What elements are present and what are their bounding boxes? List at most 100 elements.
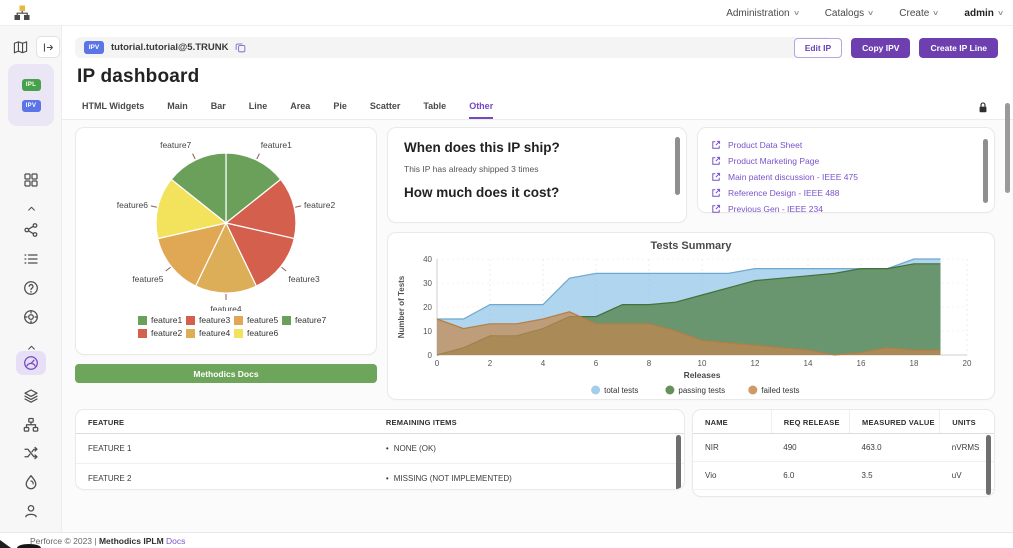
external-link-icon	[711, 140, 721, 150]
sidebar-item-flame[interactable]	[0, 470, 62, 494]
gear-icon	[16, 305, 46, 329]
external-link-item[interactable]: Product Marketing Page	[711, 153, 981, 169]
text-card-scrollbar[interactable]	[675, 137, 680, 195]
sidebar-item-gear[interactable]	[0, 305, 62, 329]
y-axis-label: Number of Tests	[397, 275, 406, 338]
table-cell: Vio	[693, 462, 771, 490]
methodics-logo-icon[interactable]	[13, 4, 31, 27]
legend-item-feature5[interactable]: feature5	[234, 315, 278, 325]
ipv-badge[interactable]: IPV	[22, 100, 41, 112]
topnav-item-catalogs[interactable]: Catalogs∨	[825, 8, 874, 19]
pie-label-feature4: feature4	[210, 304, 241, 311]
external-link-icon	[711, 172, 721, 182]
external-link-item[interactable]: Product Data Sheet	[711, 137, 981, 153]
sidebar-item-dashboard[interactable]	[0, 351, 62, 375]
copy-ipv-button[interactable]: Copy IPV	[851, 38, 910, 58]
pie-label-feature7: feature7	[160, 140, 191, 150]
column-header: REQ RELEASE	[771, 410, 849, 434]
sidebar: IPL IPV	[0, 26, 62, 532]
tests-summary-chart[interactable]: 02468101214161820010203040Number of Test…	[393, 252, 989, 398]
lock-icon[interactable]	[977, 101, 989, 119]
svg-text:0: 0	[435, 359, 440, 368]
topnav-item-admin[interactable]: admin∨	[964, 8, 1003, 19]
tab-scatter[interactable]: Scatter	[370, 101, 401, 117]
map-icon[interactable]	[8, 36, 32, 58]
chart-legend-item-passing-tests[interactable]: passing tests	[665, 386, 725, 396]
tab-bar[interactable]: Bar	[211, 101, 226, 117]
chevron-down-icon: ∨	[932, 9, 939, 17]
ip-context-panel[interactable]: IPL IPV	[8, 64, 54, 126]
table-row[interactable]: FEATURE 1•NONE (OK)	[76, 434, 684, 464]
features-pie-chart[interactable]: feature1feature2feature3feature4feature5…	[76, 128, 376, 311]
sidebar-item-grid[interactable]	[0, 168, 62, 192]
sidebar-item-help[interactable]	[0, 276, 62, 300]
measurements-table-scrollbar[interactable]	[986, 435, 991, 495]
header-actions: Edit IP Copy IPV Create IP Line	[794, 38, 998, 58]
feature-table-scrollbar[interactable]	[676, 435, 681, 490]
ship-question-heading: When does this IP ship?	[404, 140, 670, 155]
external-link-item[interactable]: Previous Gen - IEEE 234	[711, 201, 981, 217]
sidebar-item-list[interactable]	[0, 247, 62, 271]
footer-docs-link[interactable]: Docs	[166, 536, 185, 546]
main-scrollbar[interactable]	[1005, 103, 1010, 193]
methodics-docs-button[interactable]: Methodics Docs	[75, 364, 377, 383]
tab-pie[interactable]: Pie	[333, 101, 347, 117]
table-row[interactable]: FEATURE 2•MISSING (NOT IMPLEMENTED)	[76, 464, 684, 491]
table-row[interactable]: NIR490463.0nVRMS	[693, 434, 994, 462]
sidebar-item-chevron-up[interactable]	[0, 196, 62, 220]
table-cell: FEATURE 2	[76, 464, 374, 491]
topnav-label: admin	[964, 8, 993, 19]
legend-item-feature2[interactable]: feature2	[138, 328, 182, 338]
legend-item-feature4[interactable]: feature4	[186, 328, 230, 338]
tests-summary-card: Tests Summary 02468101214161820010203040…	[387, 232, 995, 400]
sidebar-item-layers[interactable]	[0, 384, 62, 408]
tab-html-widgets[interactable]: HTML Widgets	[82, 101, 144, 117]
pie-label-feature3: feature3	[289, 274, 320, 284]
table-cell: 101	[771, 490, 849, 498]
corner-artifact-blob	[17, 544, 41, 548]
external-link-icon	[711, 188, 721, 198]
legend-label: feature3	[199, 315, 230, 325]
sidebar-collapse-icon[interactable]	[36, 36, 60, 58]
svg-text:14: 14	[804, 359, 813, 368]
links-card-scrollbar[interactable]	[983, 139, 988, 203]
topnav-item-create[interactable]: Create∨	[899, 8, 938, 19]
svg-text:18: 18	[910, 359, 919, 368]
table-row[interactable]: PSRR101110.0dB	[693, 490, 994, 498]
legend-item-feature3[interactable]: feature3	[186, 315, 230, 325]
ipl-badge[interactable]: IPL	[22, 79, 41, 91]
svg-text:0: 0	[428, 351, 433, 360]
sidebar-item-shuffle[interactable]	[0, 441, 62, 465]
external-link-label: Product Marketing Page	[728, 156, 819, 166]
chart-legend-item-total-tests[interactable]: total tests	[591, 386, 638, 396]
legend-swatch	[234, 316, 243, 325]
sidebar-item-share[interactable]	[0, 218, 62, 242]
tab-line[interactable]: Line	[249, 101, 268, 117]
chart-legend-item-failed-tests[interactable]: failed tests	[748, 386, 799, 396]
svg-text:40: 40	[423, 255, 432, 264]
tab-other[interactable]: Other	[469, 101, 493, 119]
legend-label: feature7	[295, 315, 326, 325]
svg-text:8: 8	[647, 359, 652, 368]
legend-item-feature6[interactable]: feature6	[234, 328, 278, 338]
svg-text:total tests: total tests	[604, 386, 638, 395]
tab-table[interactable]: Table	[423, 101, 446, 117]
table-row[interactable]: Vio6.03.5uV	[693, 462, 994, 490]
user-icon	[16, 499, 46, 523]
topnav-item-administration[interactable]: Administration∨	[726, 8, 798, 19]
copy-icon[interactable]	[235, 42, 246, 53]
topnav-label: Administration	[726, 8, 789, 19]
external-link-item[interactable]: Reference Design - IEEE 488	[711, 185, 981, 201]
sidebar-item-user[interactable]	[0, 499, 62, 523]
legend-item-feature7[interactable]: feature7	[282, 315, 326, 325]
tab-area[interactable]: Area	[290, 101, 310, 117]
table-cell: 490	[771, 434, 849, 462]
tab-main[interactable]: Main	[167, 101, 188, 117]
svg-text:20: 20	[963, 359, 972, 368]
external-link-item[interactable]: Main patent discussion - IEEE 475	[711, 169, 981, 185]
edit-ip-button[interactable]: Edit IP	[794, 38, 842, 58]
sidebar-item-hierarchy[interactable]	[0, 413, 62, 437]
legend-item-feature1[interactable]: feature1	[138, 315, 182, 325]
table-cell: •MISSING (NOT IMPLEMENTED)	[374, 464, 684, 491]
create-ip-line-button[interactable]: Create IP Line	[919, 38, 998, 58]
